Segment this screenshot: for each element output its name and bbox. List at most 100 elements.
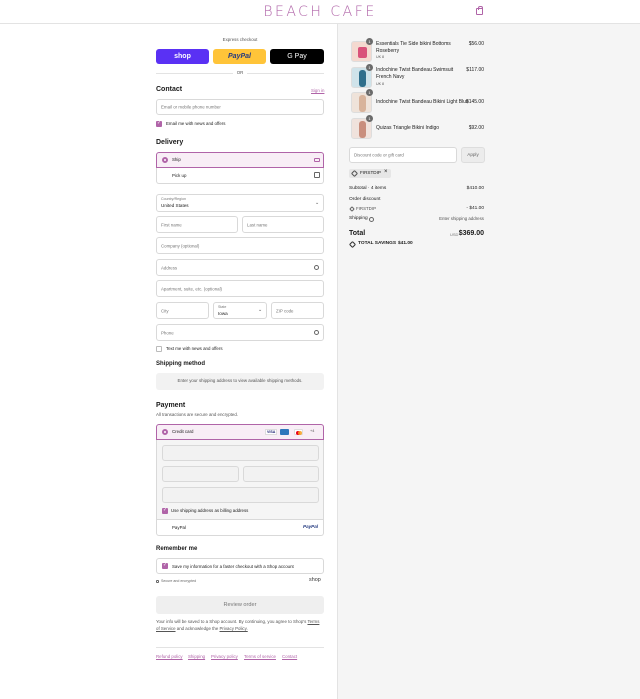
ship-option[interactable]: Ship bbox=[156, 152, 324, 168]
apartment-field[interactable]: Apartment, suite, etc. (optional) bbox=[156, 280, 324, 297]
contact-heading: Contact bbox=[156, 86, 183, 93]
remove-discount-icon[interactable]: × bbox=[384, 169, 388, 175]
terms-of-service-link[interactable]: Terms of service bbox=[244, 654, 276, 659]
order-discount-label: Order discount bbox=[349, 197, 381, 202]
mastercard-icon bbox=[294, 429, 303, 435]
help-icon[interactable] bbox=[314, 330, 319, 335]
text-news-checkbox[interactable] bbox=[156, 346, 162, 352]
info-icon[interactable] bbox=[369, 217, 374, 222]
consent-line: Your info will be saved to a Shop accoun… bbox=[156, 619, 307, 624]
tag-icon bbox=[350, 169, 359, 178]
country-label: Country/Region bbox=[161, 197, 186, 201]
billing-address-checkbox[interactable] bbox=[162, 507, 168, 514]
item-price: $145.00 bbox=[465, 99, 484, 105]
paypal-option-label: PayPal bbox=[172, 525, 186, 530]
email-field[interactable]: Email or mobile phone number bbox=[156, 99, 324, 115]
order-discount-value: - $41.00 bbox=[466, 206, 484, 211]
amex-icon bbox=[280, 429, 289, 435]
card-number-field[interactable] bbox=[162, 445, 319, 461]
name-on-card-field[interactable] bbox=[162, 487, 319, 503]
expiry-field[interactable] bbox=[162, 466, 239, 482]
shipping-method-heading: Shipping method bbox=[156, 361, 205, 367]
google-pay-button[interactable]: G Pay bbox=[270, 49, 324, 64]
item-price: $117.00 bbox=[466, 67, 484, 73]
apply-discount-button[interactable]: Apply bbox=[461, 147, 485, 163]
state-value: Iowa bbox=[218, 311, 228, 316]
ship-radio[interactable] bbox=[162, 157, 168, 163]
shipping-policy-link[interactable]: Shipping bbox=[188, 654, 205, 659]
credit-card-label: Credit card bbox=[172, 429, 194, 434]
company-field[interactable]: Company (optional) bbox=[156, 237, 324, 254]
footer-divider bbox=[156, 647, 324, 648]
total-value: $369.00 bbox=[458, 230, 484, 237]
review-order-button[interactable]: Review order bbox=[156, 596, 324, 614]
quantity-badge: 1 bbox=[366, 89, 373, 96]
discount-chip: FIRSTDIP × bbox=[349, 169, 391, 178]
country-select[interactable]: Country/Region United States ⌄ bbox=[156, 194, 324, 212]
pickup-label: Pick up bbox=[172, 173, 187, 178]
shop-privacy-link[interactable]: Privacy Policy. bbox=[220, 626, 248, 631]
sign-in-link[interactable]: Sign in bbox=[311, 88, 324, 93]
shipping-value: Enter shipping address bbox=[439, 216, 484, 221]
quantity-badge: 1 bbox=[366, 64, 373, 71]
chevron-down-icon: ⌄ bbox=[315, 200, 320, 206]
credit-card-option[interactable]: Credit card VISA +4 bbox=[156, 424, 324, 440]
header: BEACH CAFE bbox=[0, 0, 640, 24]
security-code-field[interactable] bbox=[243, 466, 319, 482]
item-price: $56.00 bbox=[468, 41, 484, 47]
quantity-badge: 1 bbox=[366, 38, 373, 45]
phone-field[interactable]: Phone bbox=[156, 324, 324, 341]
city-field[interactable]: City bbox=[156, 302, 209, 319]
save-info-checkbox[interactable] bbox=[162, 562, 168, 569]
discount-code-input[interactable]: Discount code or gift card bbox=[349, 147, 457, 163]
shipping-method-notice: Enter your shipping address to view avai… bbox=[156, 373, 324, 390]
chevron-down-icon: ⌄ bbox=[258, 307, 263, 313]
card-form: Use shipping address as billing address bbox=[156, 440, 324, 520]
subtotal-value: $410.00 bbox=[466, 186, 484, 191]
shop-pay-button[interactable]: shop bbox=[156, 49, 209, 64]
brand-logo[interactable]: BEACH CAFE bbox=[0, 4, 640, 20]
payment-heading: Payment bbox=[156, 402, 186, 409]
item-price: $92.00 bbox=[468, 125, 484, 131]
discount-chip-code: FIRSTDIP bbox=[360, 170, 381, 175]
paypal-button[interactable]: PayPal bbox=[213, 49, 266, 64]
quantity-badge: 1 bbox=[366, 115, 373, 122]
zip-field[interactable]: ZIP code bbox=[271, 302, 324, 319]
paypal-option[interactable]: PayPal PayPal bbox=[156, 520, 324, 536]
item-variant: UK 8 bbox=[376, 82, 384, 86]
state-select[interactable]: State Iowa ⌄ bbox=[213, 302, 267, 319]
shopping-bag-icon[interactable] bbox=[476, 6, 483, 15]
total-savings-label: TOTAL SAVINGS bbox=[358, 241, 397, 246]
ship-label: Ship bbox=[172, 157, 181, 162]
refund-policy-link[interactable]: Refund policy bbox=[156, 654, 183, 659]
address-field[interactable]: Address bbox=[156, 259, 324, 276]
first-name-field[interactable]: First name bbox=[156, 216, 238, 233]
lock-icon bbox=[156, 580, 159, 583]
contact-link[interactable]: Contact bbox=[282, 654, 297, 659]
state-label: State bbox=[218, 305, 227, 309]
truck-icon bbox=[314, 158, 320, 162]
last-name-field[interactable]: Last name bbox=[242, 216, 324, 233]
credit-card-radio[interactable] bbox=[162, 429, 168, 435]
express-checkout-label: Express checkout bbox=[222, 37, 258, 42]
item-name: Quizas Triangle Bikini Indigo bbox=[376, 125, 440, 131]
pickup-option[interactable]: Pick up bbox=[156, 168, 324, 184]
total-savings-value: $41.00 bbox=[398, 241, 413, 246]
text-news-label: Text me with news and offers bbox=[166, 346, 223, 351]
store-icon bbox=[314, 172, 320, 178]
or-label: OR bbox=[233, 70, 247, 75]
billing-address-label: Use shipping address as billing address bbox=[171, 508, 249, 513]
subtotal-label: Subtotal · 4 items bbox=[349, 186, 387, 191]
save-info-label: Save my information for a faster checkou… bbox=[172, 564, 294, 569]
item-variant: UK 8 bbox=[376, 55, 384, 59]
consent-and: and acknowledge the bbox=[176, 625, 219, 631]
email-news-checkbox[interactable] bbox=[156, 120, 162, 127]
total-label: Total bbox=[349, 230, 366, 237]
consent-text: Your info will be saved to a Shop accoun… bbox=[156, 619, 324, 632]
visa-icon: VISA bbox=[265, 429, 278, 435]
country-value: United States bbox=[161, 203, 189, 208]
search-icon bbox=[314, 265, 319, 270]
delivery-heading: Delivery bbox=[156, 139, 184, 146]
paypal-logo: PayPal bbox=[303, 524, 319, 529]
privacy-policy-link[interactable]: Privacy policy bbox=[211, 654, 238, 659]
